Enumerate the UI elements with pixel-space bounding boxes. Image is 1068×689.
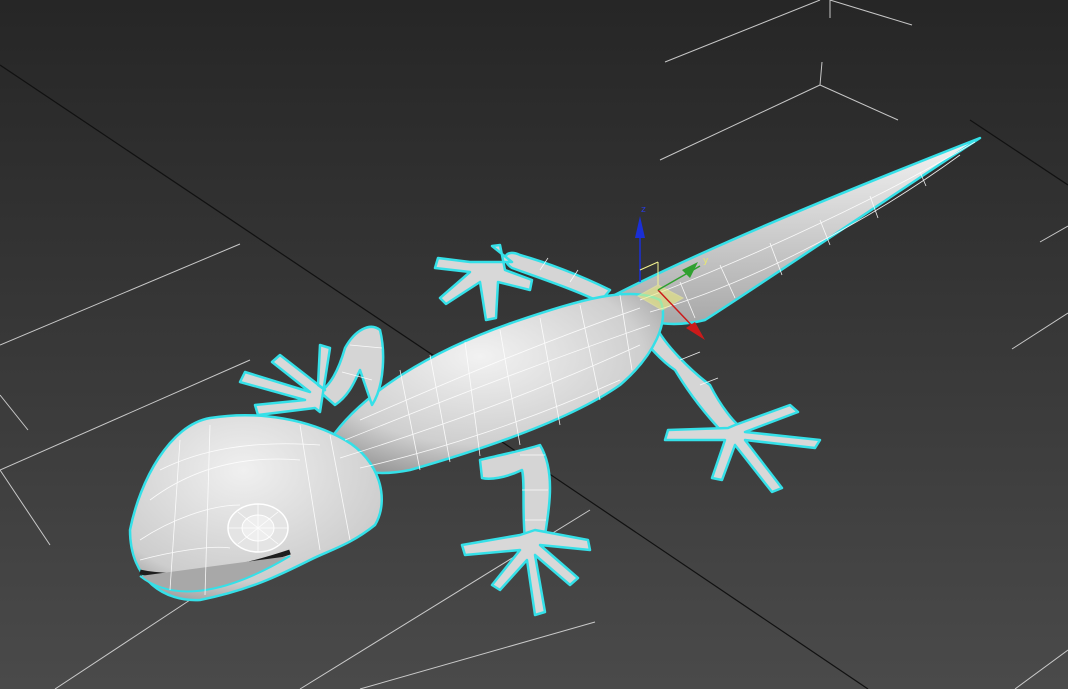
3d-viewport[interactable]: z y: [0, 0, 1068, 689]
viewport-canvas[interactable]: z y: [0, 0, 1068, 689]
gizmo-y-label: y: [703, 256, 709, 266]
gizmo-z-label: z: [641, 205, 646, 215]
